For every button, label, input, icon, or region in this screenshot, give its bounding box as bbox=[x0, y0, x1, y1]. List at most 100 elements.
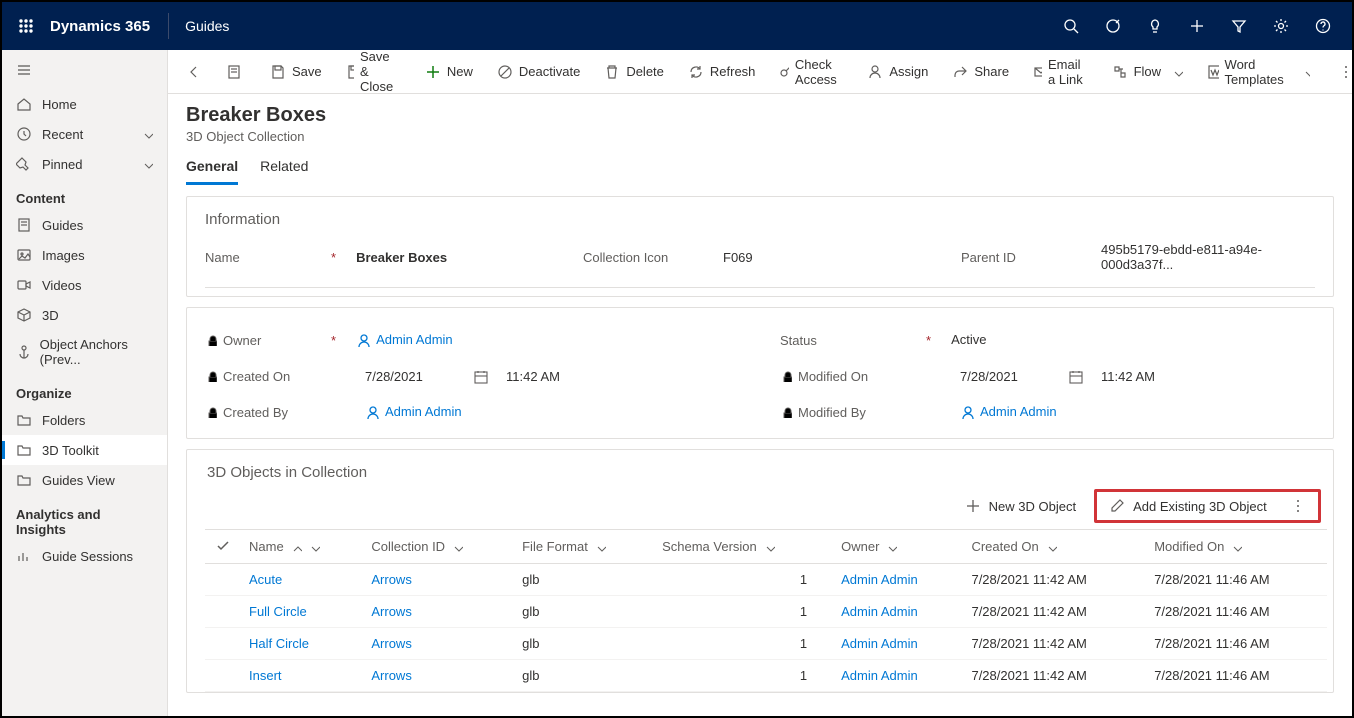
flow-button[interactable]: Flow bbox=[1102, 58, 1193, 86]
more-icon[interactable] bbox=[1290, 498, 1306, 514]
col-owner[interactable]: Owner bbox=[831, 530, 961, 564]
check-access-button[interactable]: Check Access bbox=[769, 51, 853, 93]
table-row[interactable]: Full CircleArrowsglb1Admin Admin7/28/202… bbox=[205, 596, 1327, 628]
bulb-icon[interactable] bbox=[1134, 2, 1176, 50]
back-button[interactable] bbox=[176, 58, 212, 86]
chevron-down-icon bbox=[1302, 66, 1311, 78]
sidebar-item-videos[interactable]: Videos bbox=[2, 270, 167, 300]
cell-name[interactable]: Acute bbox=[239, 564, 361, 596]
chevron-down-icon bbox=[1171, 66, 1183, 78]
form-selector-button[interactable] bbox=[216, 58, 252, 86]
app-launcher-icon[interactable] bbox=[10, 10, 42, 42]
deactivate-button[interactable]: Deactivate bbox=[487, 58, 590, 86]
guides-view-label: Guides View bbox=[42, 473, 115, 488]
required-icon: * bbox=[331, 250, 336, 265]
sidebar-item-guides[interactable]: Guides bbox=[2, 210, 167, 240]
save-button[interactable]: Save bbox=[260, 58, 332, 86]
col-file-format[interactable]: File Format bbox=[512, 530, 652, 564]
search-icon[interactable] bbox=[1050, 2, 1092, 50]
parent-id-value[interactable]: 495b5179-ebdd-e811-a94e-000d3a37f... bbox=[1101, 238, 1315, 277]
row-select[interactable] bbox=[205, 596, 239, 628]
section-organize: Organize bbox=[2, 374, 167, 405]
sidebar-item-guides-view[interactable]: Guides View bbox=[2, 465, 167, 495]
gear-icon[interactable] bbox=[1260, 2, 1302, 50]
row-select[interactable] bbox=[205, 564, 239, 596]
col-created-on[interactable]: Created On bbox=[961, 530, 1144, 564]
new-3d-object-button[interactable]: New 3D Object bbox=[953, 492, 1088, 520]
cell-owner[interactable]: Admin Admin bbox=[831, 564, 961, 596]
guides-label: Guides bbox=[42, 218, 83, 233]
table-row[interactable]: InsertArrowsglb1Admin Admin7/28/2021 11:… bbox=[205, 660, 1327, 692]
sidebar-item-guide-sessions[interactable]: Guide Sessions bbox=[2, 541, 167, 571]
images-label: Images bbox=[42, 248, 85, 263]
cell-created: 7/28/2021 11:42 AM bbox=[961, 596, 1144, 628]
sidebar-item-3d[interactable]: 3D bbox=[2, 300, 167, 330]
cell-owner[interactable]: Admin Admin bbox=[831, 596, 961, 628]
cell-name[interactable]: Full Circle bbox=[239, 596, 361, 628]
row-select[interactable] bbox=[205, 628, 239, 660]
cell-name[interactable]: Half Circle bbox=[239, 628, 361, 660]
share-button[interactable]: Share bbox=[942, 58, 1019, 86]
delete-button[interactable]: Delete bbox=[594, 58, 674, 86]
save-close-button[interactable]: Save & Close bbox=[336, 50, 411, 100]
status-value[interactable]: Active bbox=[951, 328, 1315, 352]
cell-collection[interactable]: Arrows bbox=[361, 628, 512, 660]
assist-icon[interactable] bbox=[1092, 2, 1134, 50]
filter-icon[interactable] bbox=[1218, 2, 1260, 50]
sidebar-item-images[interactable]: Images bbox=[2, 240, 167, 270]
cell-created: 7/28/2021 11:42 AM bbox=[961, 628, 1144, 660]
refresh-button[interactable]: Refresh bbox=[678, 58, 766, 86]
information-section: Information Name* Breaker Boxes Collecti… bbox=[186, 196, 1334, 297]
sidebar-item-3d-toolkit[interactable]: 3D Toolkit bbox=[2, 435, 167, 465]
lock-icon bbox=[205, 334, 217, 346]
sidebar-item-home[interactable]: Home bbox=[2, 89, 167, 119]
more-commands-button[interactable] bbox=[1328, 58, 1352, 86]
collection-icon-value[interactable]: F069 bbox=[723, 246, 937, 270]
created-by-value[interactable]: Admin Admin bbox=[365, 400, 740, 424]
sidebar-item-folders[interactable]: Folders bbox=[2, 405, 167, 435]
cell-name[interactable]: Insert bbox=[239, 660, 361, 692]
cell-collection[interactable]: Arrows bbox=[361, 660, 512, 692]
help-icon[interactable] bbox=[1302, 2, 1344, 50]
col-schema-version[interactable]: Schema Version bbox=[652, 530, 831, 564]
email-link-button[interactable]: Email a Link bbox=[1023, 51, 1098, 93]
owner-label: Owner bbox=[223, 333, 261, 348]
cell-owner[interactable]: Admin Admin bbox=[831, 660, 961, 692]
app-name[interactable]: Guides bbox=[185, 18, 229, 34]
modified-by-label: Modified By bbox=[798, 405, 866, 420]
cell-format: glb bbox=[512, 628, 652, 660]
plus-icon[interactable] bbox=[1176, 2, 1218, 50]
cell-collection[interactable]: Arrows bbox=[361, 564, 512, 596]
cell-schema: 1 bbox=[652, 564, 831, 596]
add-existing-3d-object-button[interactable]: Add Existing 3D Object bbox=[1094, 489, 1321, 523]
select-all-icon[interactable] bbox=[215, 538, 229, 552]
assign-button[interactable]: Assign bbox=[857, 58, 938, 86]
audit-section: Owner* Admin Admin Status* Active Create… bbox=[186, 307, 1334, 439]
row-select[interactable] bbox=[205, 660, 239, 692]
tab-related[interactable]: Related bbox=[260, 158, 308, 185]
sidebar-item-pinned[interactable]: Pinned bbox=[2, 149, 167, 179]
owner-value[interactable]: Admin Admin bbox=[356, 328, 740, 352]
cell-owner[interactable]: Admin Admin bbox=[831, 628, 961, 660]
modified-on-date: 7/28/2021 bbox=[960, 369, 1050, 384]
cell-collection[interactable]: Arrows bbox=[361, 596, 512, 628]
table-row[interactable]: AcuteArrowsglb1Admin Admin7/28/2021 11:4… bbox=[205, 564, 1327, 596]
new-button[interactable]: New bbox=[415, 58, 483, 86]
col-collection-id[interactable]: Collection ID bbox=[361, 530, 512, 564]
chevron-down-icon bbox=[141, 158, 153, 170]
col-name[interactable]: Name bbox=[239, 530, 361, 564]
home-label: Home bbox=[42, 97, 77, 112]
name-value[interactable]: Breaker Boxes bbox=[356, 246, 559, 270]
chevron-down-icon bbox=[594, 541, 606, 553]
cell-modified: 7/28/2021 11:46 AM bbox=[1144, 628, 1327, 660]
col-modified-on[interactable]: Modified On bbox=[1144, 530, 1327, 564]
modified-by-value[interactable]: Admin Admin bbox=[960, 400, 1315, 424]
menu-toggle-icon[interactable] bbox=[2, 54, 167, 89]
word-templates-button[interactable]: Word Templates bbox=[1197, 51, 1320, 93]
tab-general[interactable]: General bbox=[186, 158, 238, 185]
sidebar-item-object-anchors[interactable]: Object Anchors (Prev... bbox=[2, 330, 167, 374]
sidebar-item-recent[interactable]: Recent bbox=[2, 119, 167, 149]
cell-schema: 1 bbox=[652, 660, 831, 692]
sidebar: Home Recent Pinned Content Guides Images… bbox=[2, 50, 168, 716]
table-row[interactable]: Half CircleArrowsglb1Admin Admin7/28/202… bbox=[205, 628, 1327, 660]
